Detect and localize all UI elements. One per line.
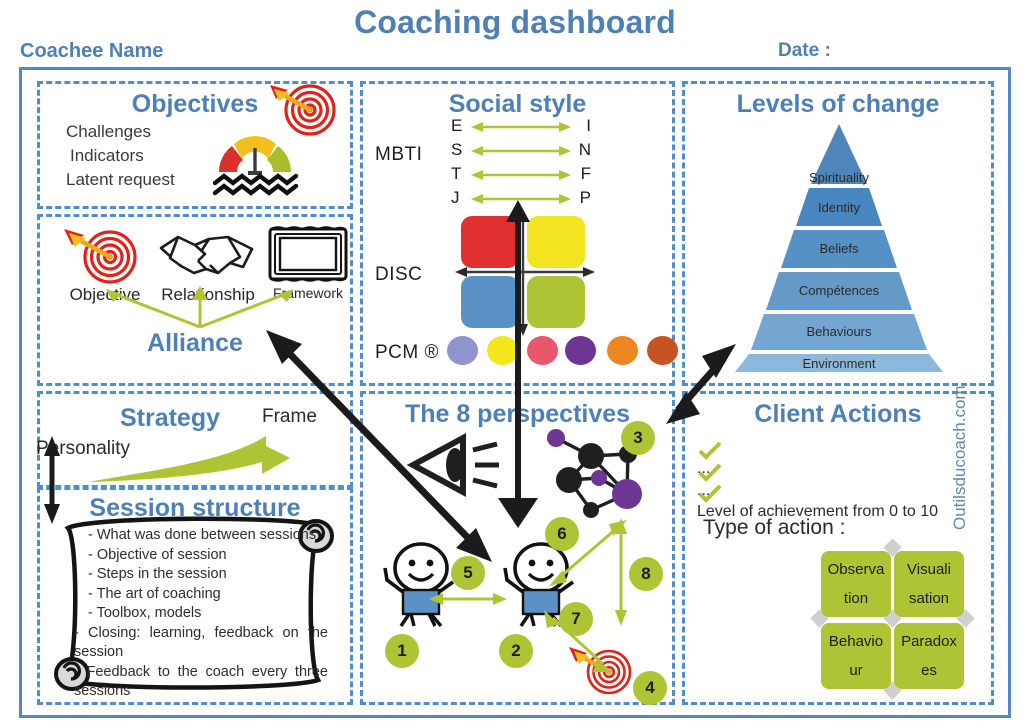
badge-2[interactable]: 2 (499, 634, 533, 668)
panel-client-actions[interactable]: Client Actions ... ... Level of achievem… (682, 391, 994, 705)
badge-5[interactable]: 5 (451, 556, 485, 590)
mbti-pair-2: T F (451, 164, 591, 186)
mbti-pair-3: J P (451, 188, 591, 210)
badge-label: 6 (557, 524, 567, 543)
panel-8-perspectives[interactable]: The 8 perspectives 1 2 3 4 5 6 7 8 (360, 391, 675, 705)
watermark: Outilsducoach.com (950, 385, 969, 530)
pyramid-tier-label: Identity (818, 200, 860, 215)
pcm-dot-4[interactable] (607, 336, 638, 365)
objectives-line-2: Latent request (66, 170, 175, 189)
double-arrow-icon (471, 146, 571, 156)
disc-label: DISC (375, 264, 423, 285)
double-arrow-icon (471, 194, 571, 204)
pcm-dot-5[interactable] (647, 336, 678, 365)
check-icon (698, 484, 722, 503)
objectives-line-0: Challenges (66, 122, 152, 141)
panel-alliance[interactable]: Alliance Objective Relationship Framewor… (37, 214, 353, 386)
panel-social-style[interactable]: Social style MBTI DISC PCM ® E I S N T F… (360, 81, 678, 386)
badge-6[interactable]: 6 (545, 517, 579, 551)
badge-3[interactable]: 3 (621, 421, 655, 455)
action-box-observation[interactable]: Observa tion (821, 551, 891, 617)
date-label: Date : (778, 40, 831, 61)
pyramid-tier-label: Compétences (798, 283, 880, 298)
mbti-pair-1: S N (451, 140, 591, 162)
action-box-label: Paradox (901, 633, 957, 650)
pyramid-tier-label: Spirituality (809, 170, 869, 185)
pcm-dot-2[interactable] (527, 336, 558, 365)
page-title: Coaching dashboard (354, 4, 676, 40)
alliance-title: Alliance (147, 329, 243, 357)
badge-label: 7 (571, 609, 581, 628)
handshake-icon (148, 223, 268, 285)
badge-label: 2 (511, 641, 521, 660)
strategy-frame-label: Frame (262, 406, 317, 427)
levels-of-change-title: Levels of change (736, 90, 940, 118)
client-actions-title: Client Actions (754, 400, 922, 428)
panel-strategy[interactable]: Strategy Frame Personality (36, 391, 353, 488)
check-icon (698, 463, 722, 482)
action-box-label: Behavio (828, 633, 884, 650)
scroll-graphic: - What was done between sessions - Objec… (54, 516, 342, 699)
badge-label: 5 (463, 563, 473, 582)
pcm-dot-1[interactable] (487, 336, 518, 365)
mbti-label: MBTI (375, 144, 423, 165)
double-arrow-icon (471, 122, 571, 132)
coachee-name-label: Coachee Name (20, 40, 164, 62)
session-line-6: - Feedback to the coach every three sess… (74, 663, 328, 700)
alliance-arrows (82, 283, 322, 331)
action-box-label2: sation (908, 590, 950, 607)
type-of-action-label: Type of action : (703, 516, 846, 539)
session-line-0: - What was done between sessions (88, 527, 317, 543)
check-icon (698, 441, 722, 460)
gauge-icon (207, 130, 317, 200)
action-box-behaviour[interactable]: Behavio ur (821, 623, 891, 689)
badge-8[interactable]: 8 (629, 557, 663, 591)
action-box-label2: tion (843, 590, 869, 607)
mbti-pair-0: E I (451, 116, 591, 138)
disc-matrix[interactable] (455, 210, 595, 336)
pcm-label: PCM ® (375, 342, 439, 363)
badge-1[interactable]: 1 (385, 634, 419, 668)
social-style-title: Social style (448, 90, 587, 118)
pcm-dot-0[interactable] (447, 336, 478, 365)
session-line-2: - Steps in the session (88, 566, 227, 582)
panel-session[interactable]: Session structure - What was done betwee… (37, 487, 353, 705)
arrow-person-to-person (425, 590, 511, 608)
arrow-network-to-target (612, 516, 630, 628)
action-box-label2: es (921, 662, 937, 679)
badge-label: 1 (397, 641, 407, 660)
panel-objectives[interactable]: Objectives Challenges Indicators Latent … (37, 81, 353, 209)
session-line-3: - The art of coaching (88, 585, 221, 602)
pyramid-tier-label: Beliefs (819, 241, 859, 256)
strategy-green-arrow (84, 432, 314, 487)
person-icon (381, 542, 461, 628)
badge-4[interactable]: 4 (633, 671, 667, 705)
pyramid-tier-label: Environment (802, 356, 876, 371)
pyramid-graphic: Spirituality Identity Beliefs Compétence… (717, 122, 961, 374)
session-line-4: - Toolbox, models (88, 605, 202, 621)
action-box-label: Visuali (907, 561, 951, 578)
badge-label: 8 (641, 564, 651, 583)
action-box-paradoxes[interactable]: Paradox es (894, 623, 964, 689)
badge-label: 3 (633, 428, 643, 447)
picture-frame-icon (262, 223, 354, 285)
objectives-line-1: Indicators (70, 146, 144, 165)
session-line-5: - Closing: learning, feedback on the ses… (74, 624, 328, 661)
eye-icon (406, 432, 503, 498)
target-icon (50, 223, 160, 285)
action-box-label: Observa (827, 561, 885, 578)
pyramid-tier-label: Behaviours (806, 324, 872, 339)
badge-label: 4 (645, 678, 655, 697)
action-box-visualisation[interactable]: Visuali sation (894, 551, 964, 617)
session-line-1: - Objective of session (88, 546, 227, 563)
pcm-dot-3[interactable] (565, 336, 596, 365)
action-box-label2: ur (849, 662, 863, 679)
double-arrow-icon (471, 170, 571, 180)
badge-7[interactable]: 7 (559, 602, 593, 636)
panel-levels-of-change[interactable]: Levels of change Spirituality Identity B… (682, 81, 994, 386)
